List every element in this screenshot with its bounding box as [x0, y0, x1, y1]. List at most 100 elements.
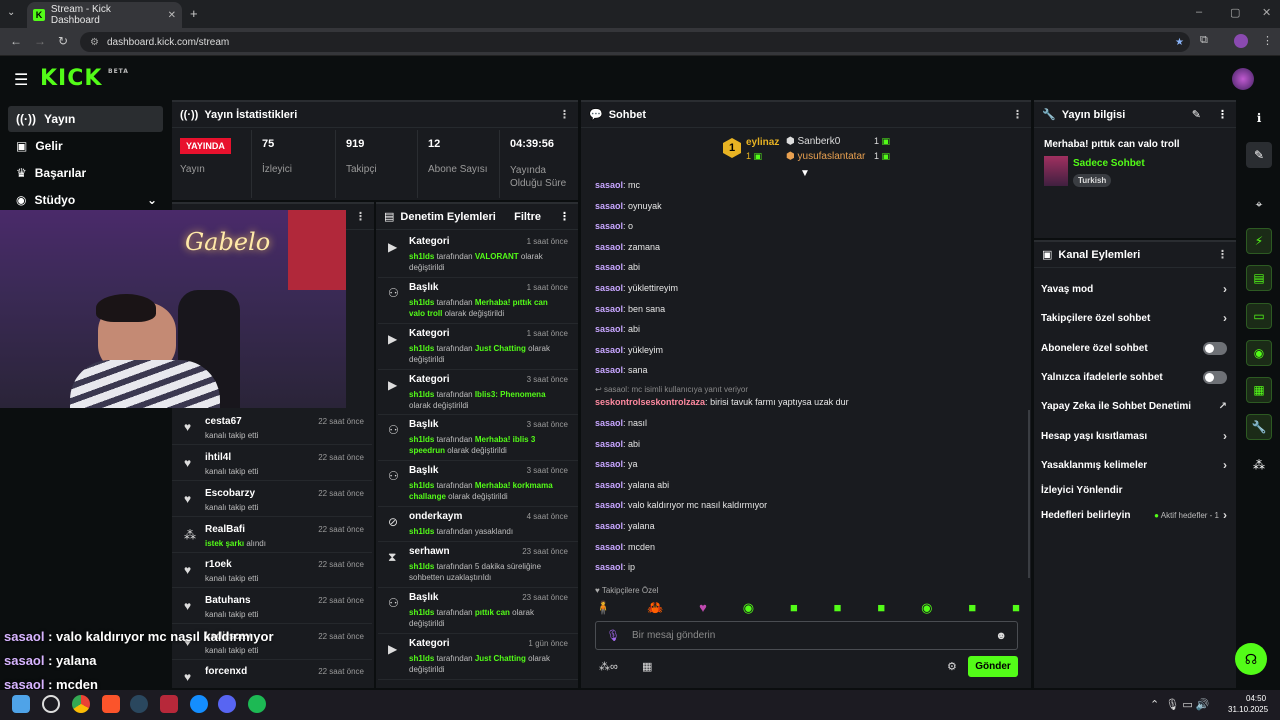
collapse-leaderboard-icon[interactable]: ▼ — [800, 168, 810, 179]
emote-row[interactable]: 🧍 🦀 ♥ ◉ ■ ■ ■ ◉ ■ ■ — [595, 600, 1020, 616]
event-username[interactable]: Batuhans — [205, 595, 251, 606]
support-button[interactable]: ☊ — [1235, 643, 1267, 675]
chat-message[interactable]: sasaol: ben sana — [595, 304, 665, 314]
info-rail-icon[interactable]: ℹ — [1246, 105, 1272, 131]
steam-icon[interactable] — [130, 695, 148, 713]
wrench-rail-icon[interactable]: 🔧 — [1246, 414, 1272, 440]
stats-menu-icon[interactable]: ⋮ — [559, 108, 570, 121]
sidebar-item-yayin[interactable]: ((·)) Yayın — [8, 106, 163, 132]
site-info-icon[interactable]: ⚙ — [90, 37, 99, 48]
forward-icon[interactable]: → — [34, 34, 46, 48]
leader-third-name[interactable]: ⬢ yusufaslantatar — [786, 151, 865, 162]
store-icon[interactable]: ▦ — [642, 660, 652, 673]
chat-message[interactable]: sasaol: ip — [595, 562, 635, 572]
lightning-rail-icon[interactable]: ⚡ — [1246, 228, 1272, 254]
tray-icons[interactable]: ⌃ 🎙 ▭ 🔊 — [1150, 698, 1210, 711]
reload-icon[interactable]: ↻ — [58, 34, 68, 48]
chat-message[interactable]: sasaol: zamana — [595, 242, 660, 252]
chat-message[interactable]: sasaol: abi — [595, 262, 640, 272]
channel-action-row[interactable]: Yapay Zeka ile Sohbet Denetimi ↗ — [1041, 399, 1227, 413]
chat-message[interactable]: sasaol: sana — [595, 365, 648, 375]
chat-menu-icon[interactable]: ⋮ — [1012, 108, 1023, 121]
profile-avatar[interactable] — [1234, 34, 1248, 48]
channel-action-row[interactable]: Yavaş mod › — [1041, 282, 1227, 296]
emoji-icon[interactable]: ☻ — [995, 630, 1007, 642]
chat-message[interactable]: sasaol: abi — [595, 439, 640, 449]
event-username[interactable]: forcenxd — [205, 666, 247, 677]
edit-rail-icon[interactable]: ✎ — [1246, 142, 1272, 168]
chat-settings-icon[interactable]: ⚙ — [947, 660, 957, 673]
channel-action-row[interactable]: İzleyici Yönlendir — [1041, 483, 1227, 497]
notes-rail-icon[interactable]: ▤ — [1246, 265, 1272, 291]
browser-tab[interactable]: K Stream - Kick Dashboard ✕ — [27, 2, 182, 28]
channel-action-row[interactable]: Yalnızca ifadelerle sohbet — [1041, 370, 1227, 384]
window-restore-icon[interactable]: ▢ — [1230, 6, 1240, 19]
window-close-icon[interactable]: ✕ — [1262, 6, 1271, 19]
brave-icon[interactable] — [102, 695, 120, 713]
channel-action-row[interactable]: Takipçilere özel sohbet › — [1041, 311, 1227, 325]
leader-second-name[interactable]: ⬢ Sanberk0 — [786, 136, 840, 147]
event-username[interactable]: RealBafi — [205, 524, 245, 535]
chat-message[interactable]: sasaol: yüklettireyim — [595, 283, 678, 293]
battlenet-icon[interactable] — [190, 695, 208, 713]
mod-menu-icon[interactable]: ⋮ — [559, 210, 570, 223]
chat-scrollbar[interactable] — [1028, 410, 1030, 578]
sidebar-item-basarilar[interactable]: ♛ Başarılar — [8, 160, 163, 186]
info-menu-icon[interactable]: ⋮ — [1217, 108, 1228, 121]
chat-message[interactable]: sasaol: abi — [595, 324, 640, 334]
chat-message[interactable]: sasaol: o — [595, 221, 633, 231]
chat-message[interactable]: sasaol: yükleyim — [595, 345, 663, 355]
dots-rail-icon[interactable]: ⁂ — [1246, 452, 1272, 478]
user-avatar[interactable] — [1232, 68, 1254, 90]
chat-message[interactable]: seskontrolseskontrolzaza: birisi tavuk f… — [595, 397, 849, 407]
tab-list-icon[interactable]: ⌄ — [7, 7, 15, 18]
loyalty-points-icon[interactable]: ⁂∞ — [599, 660, 618, 673]
start-icon[interactable] — [12, 695, 30, 713]
event-username[interactable]: Escobarzy — [205, 488, 255, 499]
bookmark-star-icon[interactable]: ★ — [1175, 37, 1184, 48]
browser-menu-icon[interactable]: ⋮ — [1262, 34, 1273, 47]
chrome-icon[interactable] — [72, 695, 90, 713]
focus-rail-icon[interactable]: ⌖ — [1246, 191, 1272, 217]
edit-icon[interactable]: ✎ — [1192, 108, 1201, 121]
kick-logo[interactable]: KICK BETA — [40, 66, 128, 91]
app-icon[interactable] — [160, 695, 178, 713]
discord-icon[interactable] — [218, 695, 236, 713]
clock-date[interactable]: 31.10.2025 — [1228, 705, 1268, 714]
chat-message[interactable]: sasaol: mcden — [595, 542, 655, 552]
channel-action-row[interactable]: Hesap yaşı kısıtlaması › — [1041, 429, 1227, 443]
clock-time[interactable]: 04:50 — [1246, 694, 1266, 703]
chat-message[interactable]: sasaol: valo kaldırıyor mc nasıl kaldırm… — [595, 500, 767, 510]
channel-action-row[interactable]: Hedefleri belirleyin ● Aktif hedefler - 1… — [1041, 508, 1227, 522]
filter-button[interactable]: Filtre — [514, 211, 541, 223]
chat-message[interactable]: sasaol: oynuyak — [595, 201, 662, 211]
channel-action-row[interactable]: Abonelere özel sohbet — [1041, 341, 1227, 355]
event-username[interactable]: r1oek — [205, 559, 232, 570]
search-icon[interactable] — [42, 695, 60, 713]
back-icon[interactable]: ← — [10, 34, 22, 48]
toggle-switch[interactable] — [1203, 370, 1227, 384]
chat-message[interactable]: sasaol: ya — [595, 459, 638, 469]
event-username[interactable]: ihtil4l — [205, 452, 231, 463]
leader-first-name[interactable]: eylinaz — [746, 137, 779, 148]
activity-menu-icon[interactable]: ⋮ — [355, 210, 366, 223]
broadcast-rail-icon[interactable]: ◉ — [1246, 340, 1272, 366]
chat-message[interactable]: sasaol: nasıl — [595, 418, 647, 428]
extensions-icon[interactable]: ⧉ — [1200, 34, 1208, 47]
chat-message[interactable]: sasaol: mc — [595, 180, 640, 190]
event-username[interactable]: cesta67 — [205, 416, 242, 427]
hamburger-menu-icon[interactable]: ☰ — [14, 70, 28, 90]
layout-rail-icon[interactable]: ▦ — [1246, 377, 1272, 403]
microphone-icon[interactable]: 🎙 — [606, 629, 620, 642]
url-bar[interactable]: ⚙ dashboard.kick.com/stream ★ — [80, 32, 1190, 52]
window-minimize-icon[interactable]: – — [1196, 6, 1202, 18]
sidebar-item-gelir[interactable]: ▣ Gelir — [8, 133, 163, 159]
category-name[interactable]: Sadece Sohbet — [1073, 158, 1145, 169]
toggle-switch[interactable] — [1203, 341, 1227, 355]
spotify-icon[interactable] — [248, 695, 266, 713]
channel-action-row[interactable]: Yasaklanmış kelimeler › — [1041, 458, 1227, 472]
new-tab-icon[interactable]: + — [190, 6, 198, 21]
chat-message[interactable]: sasaol: yalana abi — [595, 480, 669, 490]
tab-close-icon[interactable]: ✕ — [168, 10, 176, 21]
actions-menu-icon[interactable]: ⋮ — [1217, 248, 1228, 261]
